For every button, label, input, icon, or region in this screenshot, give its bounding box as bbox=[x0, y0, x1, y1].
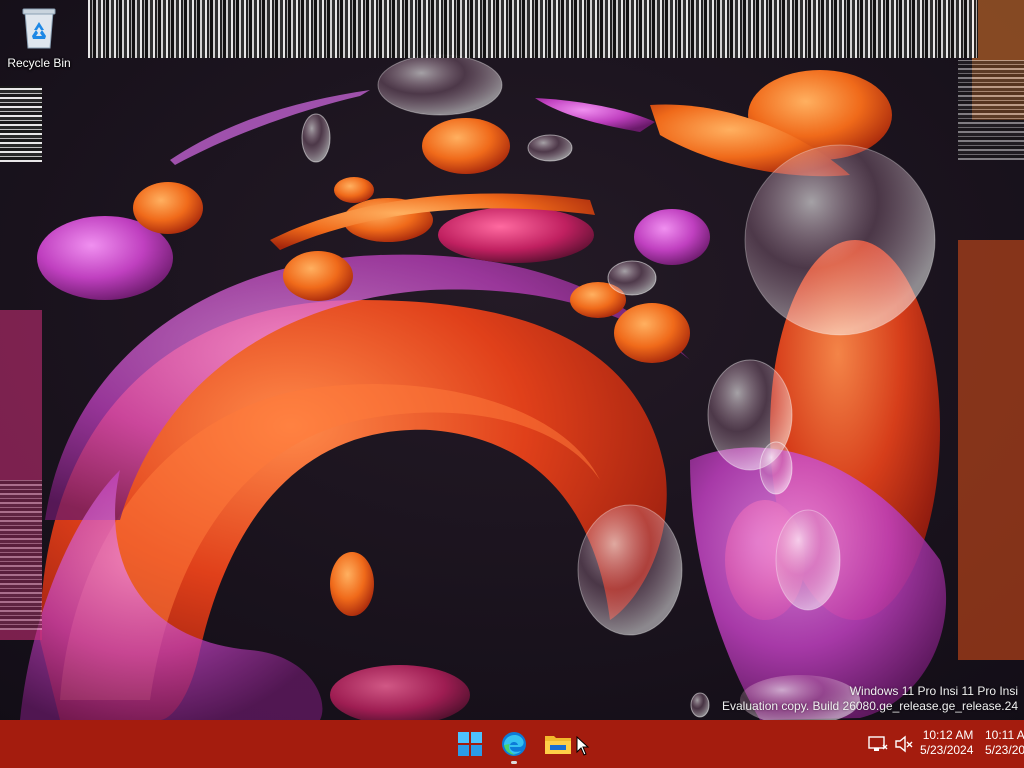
network-icon[interactable] bbox=[868, 734, 888, 754]
clock-date: 5/23/20 bbox=[985, 743, 1024, 757]
display-glitch-artifact bbox=[958, 60, 1024, 160]
file-explorer-icon bbox=[545, 736, 571, 754]
clock-time: 10:11 A bbox=[985, 728, 1024, 742]
display-glitch-artifact bbox=[0, 86, 42, 162]
clock-time: 10:12 AM bbox=[922, 728, 974, 742]
file-explorer-button[interactable] bbox=[540, 726, 576, 762]
watermark-build: Evaluation copy. Build 26080.ge_release.… bbox=[722, 699, 1018, 713]
desktop: Recycle Bin Windows 11 Pro Insi 11 Pro I… bbox=[0, 0, 1024, 768]
desktop-icon-recycle-bin[interactable]: Recycle Bin bbox=[4, 6, 74, 76]
edge-icon bbox=[502, 732, 526, 756]
windows-start-icon bbox=[458, 732, 482, 756]
edge-button[interactable] bbox=[496, 726, 532, 764]
volume-muted-icon[interactable] bbox=[894, 734, 914, 754]
clock-date: 5/23/2024 bbox=[920, 743, 974, 757]
display-glitch-artifact bbox=[0, 480, 42, 630]
mouse-cursor-icon bbox=[576, 736, 590, 756]
evaluation-watermark: Windows 11 Pro Insi 11 Pro Insi Evaluati… bbox=[718, 684, 1018, 714]
taskbar: 10:12 AM 5/23/2024 10:11 A 5/23/20 bbox=[0, 720, 1024, 768]
system-clock-duplicate: 10:11 A 5/23/20 bbox=[985, 728, 1024, 758]
running-indicator bbox=[511, 761, 517, 764]
system-clock[interactable]: 10:12 AM 5/23/2024 bbox=[920, 728, 973, 758]
recycle-bin-icon bbox=[22, 8, 56, 49]
watermark-edition: Windows 11 Pro Insi 11 Pro Insi bbox=[849, 684, 1018, 698]
taskbar-pinned-apps bbox=[452, 726, 576, 764]
wallpaper-image bbox=[0, 0, 1024, 720]
display-glitch-artifact bbox=[88, 0, 978, 58]
desktop-icon-label: Recycle Bin bbox=[7, 56, 71, 70]
start-button[interactable] bbox=[452, 726, 488, 762]
